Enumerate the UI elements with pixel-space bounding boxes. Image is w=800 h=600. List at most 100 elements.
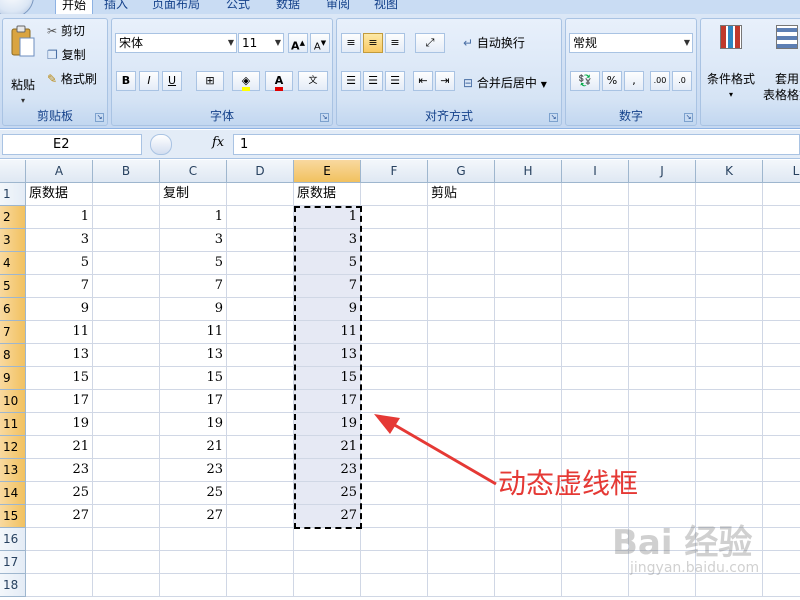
cell-c14[interactable]: 25	[160, 482, 227, 505]
align-left-button[interactable]: ☰	[341, 71, 361, 91]
decrease-decimal-button[interactable]: .0	[672, 71, 692, 91]
cell-g18[interactable]	[428, 574, 495, 597]
cell-a5[interactable]: 7	[26, 275, 93, 298]
row-header-13[interactable]: 13	[0, 459, 26, 482]
cell-b2[interactable]	[93, 206, 160, 229]
cell-j12[interactable]	[629, 436, 696, 459]
cell-f16[interactable]	[361, 528, 428, 551]
cell-j10[interactable]	[629, 390, 696, 413]
cell-l7[interactable]	[763, 321, 800, 344]
cell-b7[interactable]	[93, 321, 160, 344]
cell-a10[interactable]: 17	[26, 390, 93, 413]
increase-indent-button[interactable]: ⇥	[435, 71, 455, 91]
cell-i2[interactable]	[562, 206, 629, 229]
cell-h11[interactable]	[495, 413, 562, 436]
cell-b17[interactable]	[93, 551, 160, 574]
cell-l13[interactable]	[763, 459, 800, 482]
align-top-button[interactable]: ≡	[341, 33, 361, 53]
cell-l1[interactable]	[763, 183, 800, 206]
cell-a9[interactable]: 15	[26, 367, 93, 390]
cell-d2[interactable]	[227, 206, 294, 229]
border-button[interactable]: ⊞	[196, 71, 224, 91]
cell-g17[interactable]	[428, 551, 495, 574]
cell-h1[interactable]	[495, 183, 562, 206]
cell-g15[interactable]	[428, 505, 495, 528]
cell-g2[interactable]	[428, 206, 495, 229]
cell-i6[interactable]	[562, 298, 629, 321]
align-bottom-button[interactable]: ≡	[385, 33, 405, 53]
cell-h7[interactable]	[495, 321, 562, 344]
cell-h17[interactable]	[495, 551, 562, 574]
cell-g5[interactable]	[428, 275, 495, 298]
cell-a13[interactable]: 23	[26, 459, 93, 482]
underline-button[interactable]: U	[162, 71, 182, 91]
column-header-k[interactable]: K	[696, 160, 763, 183]
cell-d6[interactable]	[227, 298, 294, 321]
cell-i11[interactable]	[562, 413, 629, 436]
cell-l3[interactable]	[763, 229, 800, 252]
cell-e2[interactable]: 1	[294, 206, 361, 229]
cell-l4[interactable]	[763, 252, 800, 275]
row-header-7[interactable]: 7	[0, 321, 26, 344]
cell-e9[interactable]: 15	[294, 367, 361, 390]
fill-color-button[interactable]: ◈	[232, 71, 260, 91]
cell-l2[interactable]	[763, 206, 800, 229]
cell-c17[interactable]	[160, 551, 227, 574]
shrink-font-button[interactable]: A▼	[310, 33, 330, 53]
cell-k11[interactable]	[696, 413, 763, 436]
cell-h15[interactable]	[495, 505, 562, 528]
cell-c13[interactable]: 23	[160, 459, 227, 482]
cell-d18[interactable]	[227, 574, 294, 597]
cell-e18[interactable]	[294, 574, 361, 597]
cell-f6[interactable]	[361, 298, 428, 321]
cell-l8[interactable]	[763, 344, 800, 367]
cell-j3[interactable]	[629, 229, 696, 252]
cell-a14[interactable]: 25	[26, 482, 93, 505]
cell-i7[interactable]	[562, 321, 629, 344]
cell-g9[interactable]	[428, 367, 495, 390]
cell-e6[interactable]: 9	[294, 298, 361, 321]
cell-k7[interactable]	[696, 321, 763, 344]
cell-l6[interactable]	[763, 298, 800, 321]
cell-e13[interactable]: 23	[294, 459, 361, 482]
percent-button[interactable]: %	[602, 71, 622, 91]
cell-a1[interactable]: 原数据	[26, 183, 93, 206]
row-header-4[interactable]: 4	[0, 252, 26, 275]
bold-button[interactable]: B	[116, 71, 136, 91]
cell-h4[interactable]	[495, 252, 562, 275]
cell-e11[interactable]: 19	[294, 413, 361, 436]
cell-f1[interactable]	[361, 183, 428, 206]
cell-a18[interactable]	[26, 574, 93, 597]
row-header-12[interactable]: 12	[0, 436, 26, 459]
cell-i3[interactable]	[562, 229, 629, 252]
column-header-d[interactable]: D	[227, 160, 294, 183]
cell-h3[interactable]	[495, 229, 562, 252]
tab-data[interactable]: 数据	[270, 0, 306, 14]
cell-g7[interactable]	[428, 321, 495, 344]
insert-function-icon[interactable]: fx	[212, 135, 224, 150]
cell-k1[interactable]	[696, 183, 763, 206]
cell-f18[interactable]	[361, 574, 428, 597]
row-header-16[interactable]: 16	[0, 528, 26, 551]
cell-a3[interactable]: 3	[26, 229, 93, 252]
cell-e7[interactable]: 11	[294, 321, 361, 344]
cell-c11[interactable]: 19	[160, 413, 227, 436]
cell-d16[interactable]	[227, 528, 294, 551]
name-box[interactable]: E2	[2, 134, 142, 155]
cell-g4[interactable]	[428, 252, 495, 275]
cell-c4[interactable]: 5	[160, 252, 227, 275]
cell-f15[interactable]	[361, 505, 428, 528]
cell-a7[interactable]: 11	[26, 321, 93, 344]
cell-d14[interactable]	[227, 482, 294, 505]
cell-i4[interactable]	[562, 252, 629, 275]
cell-e15[interactable]: 27	[294, 505, 361, 528]
cell-i18[interactable]	[562, 574, 629, 597]
cell-h18[interactable]	[495, 574, 562, 597]
row-header-9[interactable]: 9	[0, 367, 26, 390]
cell-i9[interactable]	[562, 367, 629, 390]
cell-h2[interactable]	[495, 206, 562, 229]
cell-i8[interactable]	[562, 344, 629, 367]
cell-d13[interactable]	[227, 459, 294, 482]
cell-j7[interactable]	[629, 321, 696, 344]
cell-i1[interactable]	[562, 183, 629, 206]
